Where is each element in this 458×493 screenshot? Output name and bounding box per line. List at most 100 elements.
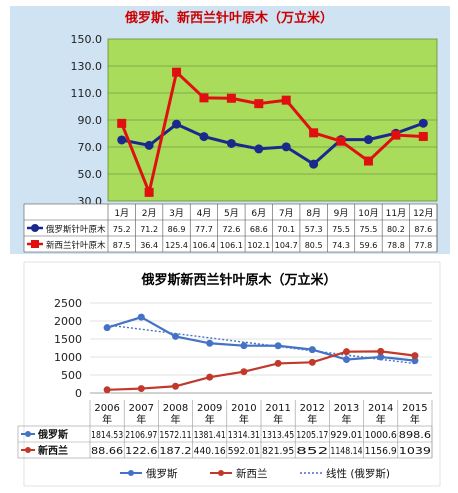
chart1-title: 俄罗斯、新西兰针叶原木（万立米） bbox=[124, 10, 333, 26]
chart2-y-tick-label: 1500 bbox=[54, 333, 82, 346]
chart-annual: 俄罗斯新西兰针叶原木（万立米） 0 500 1000 1500 2000 2500 200… bbox=[17, 261, 441, 487]
chart1-point bbox=[172, 67, 182, 77]
chart2-legend-marker bbox=[25, 431, 31, 437]
chart2-legend-marker bbox=[25, 447, 31, 453]
chart1-x-tick-label: 10月 bbox=[358, 208, 378, 219]
chart2-x-tick-label: 2006 bbox=[94, 403, 119, 414]
chart2-point bbox=[206, 373, 214, 381]
chart1-point bbox=[199, 132, 209, 142]
chart2-point bbox=[343, 356, 350, 364]
chart2-point bbox=[137, 313, 145, 321]
chart1-point bbox=[363, 135, 373, 145]
chart1-data-label: 70.1 bbox=[277, 225, 295, 234]
chart2-data-label: 187.2 bbox=[159, 446, 191, 457]
chart1-point bbox=[254, 144, 264, 154]
chart1-x-tick-label: 5月 bbox=[224, 208, 239, 219]
chart2-data-label: 592.01 bbox=[228, 446, 260, 457]
chart1-y-tick-label: 50.0 bbox=[78, 168, 103, 181]
chart2-table-series-label: 俄罗斯 bbox=[37, 428, 68, 441]
chart2-point bbox=[172, 332, 179, 340]
chart1-x-tick-label: 3月 bbox=[169, 208, 184, 219]
chart1-y-tick-label: 70.0 bbox=[78, 141, 103, 154]
chart1-data-label: 68.6 bbox=[250, 225, 268, 234]
chart2-data-label: 1000.6 bbox=[365, 430, 397, 441]
chart2-data-label: 1313.45 bbox=[262, 430, 294, 441]
chart1-data-label: 75.5 bbox=[332, 225, 350, 234]
chart2-x-tick-label: 年 bbox=[205, 413, 215, 426]
chart2-x-tick-label: 2007 bbox=[129, 403, 154, 414]
chart2-title: 俄罗斯新西兰针叶原木（万立米） bbox=[140, 272, 336, 288]
chart2-point bbox=[103, 386, 111, 394]
chart2-data-label: 1039 bbox=[399, 446, 431, 457]
chart1-data-label: 106.4 bbox=[193, 241, 216, 250]
chart1-point bbox=[281, 95, 291, 105]
chart1-point bbox=[117, 118, 127, 128]
chart2-x-tick-label: 年 bbox=[239, 413, 249, 426]
chart2-x-tick-label: 年 bbox=[410, 413, 420, 426]
chart1-point bbox=[418, 131, 428, 141]
chart2-y-tick-label: 2000 bbox=[54, 315, 82, 328]
chart2-data-label: 122.6 bbox=[125, 446, 157, 457]
chart1-legend-label: 俄罗斯针叶原木 bbox=[46, 224, 106, 235]
chart1-point bbox=[144, 187, 154, 197]
chart1-y-tick-label: 130.0 bbox=[71, 60, 103, 73]
chart2-point bbox=[308, 358, 316, 366]
chart2-x-tick-label: 年 bbox=[273, 413, 283, 426]
chart1-y-tick-label: 110.0 bbox=[71, 87, 103, 100]
chart1-x-tick-label: 1月 bbox=[114, 208, 129, 219]
chart2-x-tick-label: 2009 bbox=[197, 403, 222, 414]
chart1-x-tick-label: 8月 bbox=[306, 208, 321, 219]
chart1-x-tick-label: 2月 bbox=[142, 208, 157, 219]
chart2-y-tick-label: 1000 bbox=[54, 351, 82, 364]
chart2-point bbox=[377, 347, 385, 355]
chart1-data-label: 87.5 bbox=[113, 241, 131, 250]
chart2-x-tick-label: 2015 bbox=[402, 403, 427, 414]
chart2-legend-label: 俄罗斯 bbox=[146, 467, 178, 480]
chart1-point bbox=[117, 135, 127, 145]
chart1-data-table: 1月 2月 3月 4月 5月 6月 7月 8月 9月 10月 11月 12月俄罗斯针叶原木 75.2 71… bbox=[23, 203, 438, 253]
chart2-data-label: 1381.41 bbox=[194, 430, 226, 441]
chart1-data-label: 102.1 bbox=[247, 241, 270, 250]
chart1-data-label: 74.3 bbox=[332, 241, 350, 250]
chart1-data-label: 104.7 bbox=[275, 241, 298, 250]
chart2-data-label: 898.6 bbox=[399, 430, 431, 441]
chart2-x-tick-label: 2010 bbox=[231, 403, 256, 414]
chart2-x-tick-label: 2012 bbox=[300, 403, 325, 414]
chart2-data-label: 929.01 bbox=[330, 430, 362, 441]
chart2-data-label: 1814.53 bbox=[91, 430, 123, 441]
chart2-x-tick-label: 年 bbox=[102, 413, 112, 426]
chart2-x-tick-label: 年 bbox=[136, 413, 146, 426]
chart1-point bbox=[226, 138, 236, 148]
chart2-x-tick-label: 2011 bbox=[265, 403, 290, 414]
chart2-data-label: 1314.31 bbox=[228, 430, 260, 441]
chart1-legend-marker bbox=[31, 224, 39, 232]
chart1-data-label: 77.7 bbox=[195, 225, 213, 234]
chart1-x-tick-label: 9月 bbox=[334, 208, 349, 219]
chart1-point bbox=[226, 93, 236, 103]
chart2-data-label: 821.95 bbox=[262, 446, 294, 457]
chart2-y-tick-label: 500 bbox=[61, 369, 82, 382]
chart1-data-label: 71.2 bbox=[140, 225, 158, 234]
chart2-x-tick-label: 2013 bbox=[334, 403, 359, 414]
chart2-table-series-label: 新西兰 bbox=[38, 444, 68, 457]
chart2-x-tick-label: 年 bbox=[307, 413, 317, 426]
chart1-data-label: 57.3 bbox=[305, 225, 323, 234]
chart1-point bbox=[172, 119, 182, 129]
chart-monthly: 俄罗斯、新西兰针叶原木（万立米） 30.050.070.090.0110.013… bbox=[10, 6, 450, 254]
chart2-point bbox=[274, 342, 282, 350]
chart1-point bbox=[199, 93, 209, 103]
chart1-data-label: 72.6 bbox=[222, 225, 240, 234]
chart1-x-tick-label: 11月 bbox=[386, 208, 406, 219]
chart1-point bbox=[336, 136, 346, 146]
chart2-data-label: 852 bbox=[296, 446, 328, 457]
chart2-y-tick-label: 0 bbox=[75, 387, 82, 400]
chart1-y-tick-label: 90.0 bbox=[78, 114, 103, 127]
chart2-legend-marker bbox=[218, 470, 224, 476]
figure-canvas: 俄罗斯、新西兰针叶原木（万立米） 30.050.070.090.0110.013… bbox=[10, 6, 450, 487]
chart2-data-label: 1205.17 bbox=[296, 430, 328, 441]
chart2-legend-marker bbox=[128, 470, 134, 476]
chart2-point bbox=[206, 339, 214, 347]
chart1-data-label: 75.2 bbox=[113, 225, 131, 234]
chart2-point bbox=[274, 359, 282, 367]
chart2-point bbox=[411, 352, 419, 360]
